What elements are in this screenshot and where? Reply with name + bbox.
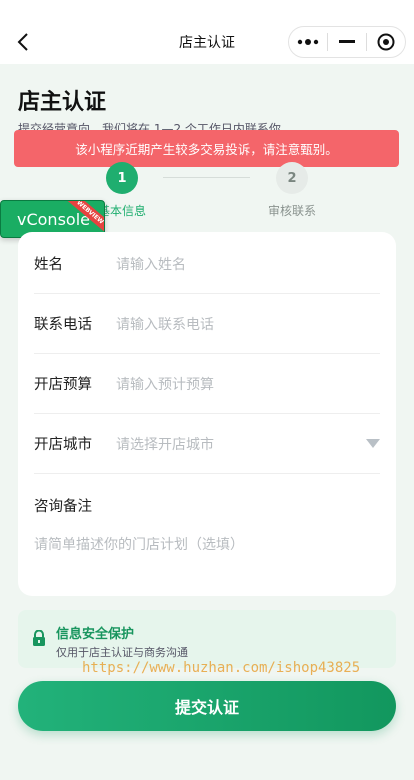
city-field[interactable]: 开店城市 请选择开店城市 (34, 414, 380, 474)
step-2-label: 审核联系 (267, 204, 316, 218)
submit-button[interactable]: 提交认证 (18, 681, 396, 731)
minimize-icon[interactable] (328, 27, 366, 57)
budget-field[interactable]: 开店预算 请输入预计预算 (34, 354, 380, 414)
budget-label: 开店预算 (34, 377, 92, 393)
step-connector (163, 177, 250, 178)
phone-input[interactable]: 请输入联系电话 (116, 314, 380, 334)
complaint-alert-banner: 该小程序近期产生较多交易投诉，请注意甄别。 (14, 130, 399, 167)
security-title: 信息安全保护 (56, 627, 135, 642)
note-textarea[interactable]: 请简单描述你的门店计划（选填） (34, 534, 244, 554)
form-card: 姓名 请输入姓名 联系电话 请输入联系电话 开店预算 请输入预计预算 开店城市 … (18, 232, 396, 596)
city-select[interactable]: 请选择开店城市 (116, 434, 366, 454)
name-input[interactable]: 请输入姓名 (116, 254, 380, 274)
lock-icon (33, 630, 45, 646)
phone-label: 联系电话 (34, 317, 92, 333)
budget-input[interactable]: 请输入预计预算 (116, 374, 380, 394)
note-label: 咨询备注 (34, 499, 92, 515)
step-1-indicator: 1 (106, 162, 138, 194)
url-watermark: https://www.huzhan.com/ishop43825 (82, 660, 361, 676)
close-target-icon[interactable] (367, 27, 405, 57)
city-label: 开店城市 (34, 437, 92, 453)
name-field[interactable]: 姓名 请输入姓名 (34, 234, 380, 294)
name-label: 姓名 (34, 257, 63, 273)
more-icon[interactable] (289, 27, 327, 57)
vconsole-label: vConsole (17, 209, 90, 229)
security-desc: 仅用于店主认证与商务沟通 (56, 646, 188, 659)
dropdown-arrow-icon[interactable] (366, 439, 380, 448)
page-title: 店主认证 (18, 90, 107, 115)
mini-program-capsule (288, 26, 406, 58)
nav-bar: 店主认证 (0, 0, 414, 64)
step-2-indicator: 2 (276, 162, 308, 194)
phone-field[interactable]: 联系电话 请输入联系电话 (34, 294, 380, 354)
